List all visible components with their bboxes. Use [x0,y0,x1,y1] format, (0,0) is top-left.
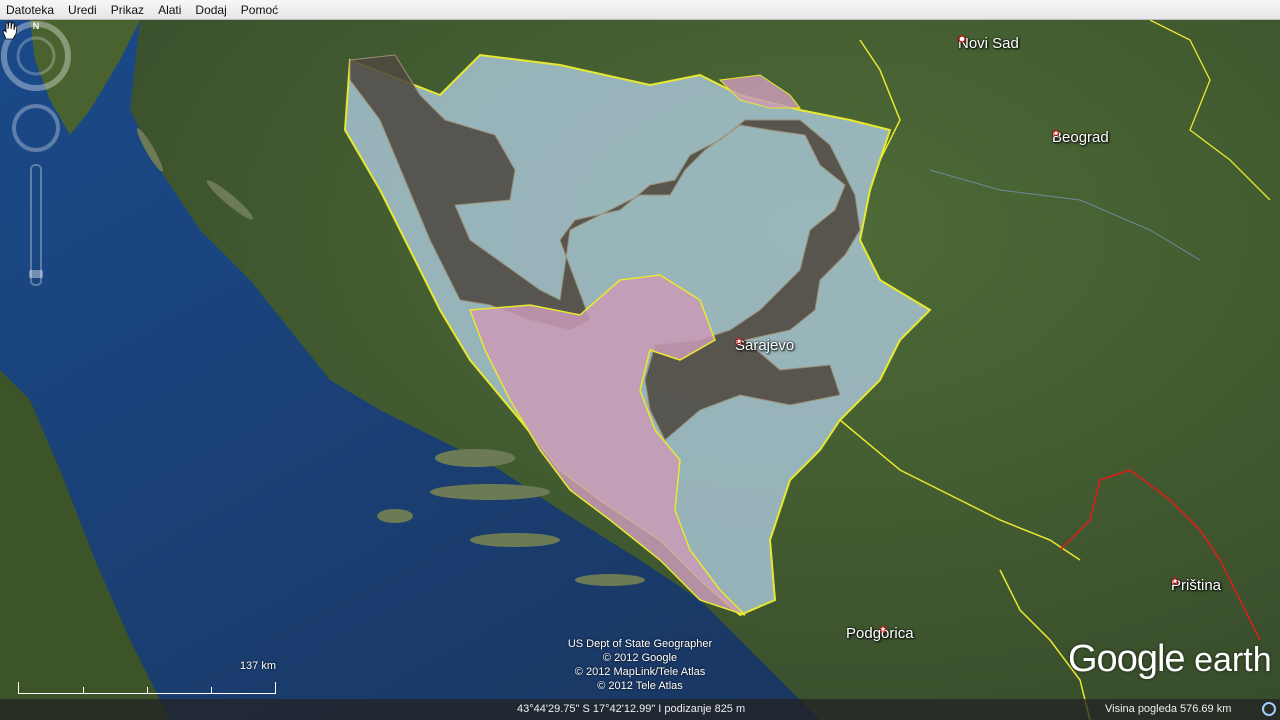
capital-star-icon [1052,129,1060,137]
credit-line: © 2012 Tele Atlas [597,680,683,692]
scale-legend: 137 km [18,660,276,694]
island [377,509,413,523]
scale-bar [18,682,276,694]
credit-line: US Dept of State Geographer [567,638,713,650]
status-coordinates: 43°44'29.75" S 17°42'12.99" I podizanje … [517,703,746,715]
city-pristina[interactable]: Priština [1171,577,1221,594]
island [470,533,560,547]
scale-label: 137 km [239,660,276,672]
hand-cursor-icon [2,21,18,40]
scale-tick [211,687,212,693]
logo-google: Google [1068,638,1186,680]
scale-tick [83,687,84,693]
capital-star-icon [879,625,887,633]
status-eye-altitude: Visina pogleda 576.69 km [1105,703,1232,715]
city-novi-sad[interactable]: Novi Sad [958,35,1019,52]
city-dot-icon [958,35,966,43]
navigation-controls[interactable]: N [0,20,72,320]
capital-star-icon [735,337,743,345]
island [575,574,645,586]
menu-prikaz[interactable]: Prikaz [104,0,151,20]
city-sarajevo[interactable]: Sarajevo [735,337,794,354]
map-credits: US Dept of State Geographer © 2012 Googl… [560,637,720,693]
menu-datoteka[interactable]: Datoteka [0,0,61,20]
zoom-slider[interactable] [29,164,43,286]
menu-uredi[interactable]: Uredi [61,0,104,20]
streaming-icon [1262,702,1276,716]
look-joystick[interactable] [12,104,60,152]
island [430,484,550,500]
island [435,449,515,467]
menu-dodaj[interactable]: Dodaj [188,0,233,20]
city-label: Sarajevo [735,337,795,354]
compass-north-label: N [33,21,40,31]
city-label: Novi Sad [958,35,1019,52]
city-label: Beograd [1052,129,1109,146]
city-podgorica[interactable]: Podgorica [846,625,914,642]
menu-pomoc[interactable]: Pomoć [234,0,285,20]
city-beograd[interactable]: Beograd [1052,129,1109,146]
google-earth-logo: Google earth [1068,638,1272,681]
capital-star-icon [1171,577,1179,585]
map-imagery [0,20,1280,720]
credit-line: © 2012 MapLink/Tele Atlas [574,666,706,678]
scale-tick [147,687,148,693]
menu-alati[interactable]: Alati [151,0,188,20]
map-view[interactable]: Novi Sad Beograd Sarajevo Podgorica Priš… [0,20,1280,720]
status-bar: 43°44'29.75" S 17°42'12.99" I podizanje … [0,699,1280,720]
menu-bar: Datoteka Uredi Prikaz Alati Dodaj Pomoć [0,0,1280,20]
credit-line: © 2012 Google [602,652,678,664]
logo-earth: earth [1194,641,1272,679]
